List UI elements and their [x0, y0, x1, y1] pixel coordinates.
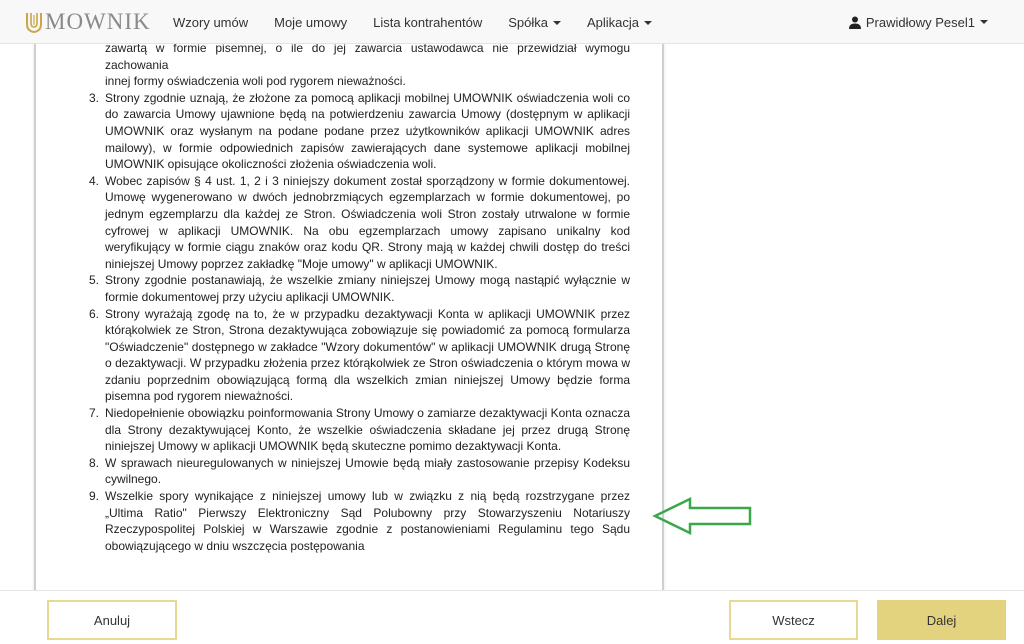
nav-item-label: Moje umowy: [274, 14, 348, 30]
clause-item: 9. Wszelkie spory wynikające z niniejszej…: [89, 488, 630, 554]
caret-down-icon: [980, 20, 988, 24]
document-page[interactable]: zawartą w formie pisemnej, o ile do jej …: [34, 44, 664, 592]
main-nav: Wzory umów Moje umowy Lista kontrahentów…: [160, 0, 665, 44]
nav-item-label: Spółka: [508, 14, 548, 30]
fragment-line: zawartą w formie pisemnej, o ile do jej …: [105, 44, 630, 72]
clause-item: 4. Wobec zapisów § 4 ust. 1, 2 i 3 niniej…: [89, 173, 630, 273]
clause-text: Niedopełnienie obowiązku poinformowania …: [105, 406, 630, 454]
logo-text: MOWNIK: [45, 9, 151, 34]
clause-number: 6.: [89, 306, 100, 321]
nav-item-wzory-umow[interactable]: Wzory umów: [160, 15, 261, 30]
clause-number: 3.: [89, 90, 100, 105]
next-button[interactable]: Dalej: [877, 600, 1006, 640]
footer-bar: Anuluj Wstecz Dalej: [0, 590, 1024, 644]
caret-down-icon: [552, 21, 561, 26]
arrow-left-icon: [652, 497, 752, 535]
logo-emblem-icon: [26, 13, 42, 33]
clause-item: 3. Strony zgodnie uznają, że złożone za p…: [89, 90, 630, 173]
clause-text: W sprawach nieuregulowanych w niniejszej…: [105, 455, 630, 487]
nav-item-label: Wzory umów: [173, 14, 249, 30]
clause-text: Strony wyrażają zgodę na to, że w przypa…: [105, 306, 630, 404]
clause-item: 7. Niedopełnienie obowiązku poinformowani…: [89, 405, 630, 455]
user-icon: [848, 16, 861, 29]
clause-number: 9.: [89, 489, 100, 504]
clause-item: 5. Strony zgodnie postanawiają, że wszelk…: [89, 272, 630, 305]
clause-text: Wobec zapisów § 4 ust. 1, 2 i 3 niniejsz…: [105, 173, 630, 271]
clause-item: 8. W sprawach nieuregulowanych w niniejsz…: [89, 455, 630, 488]
clause-number: 4.: [89, 173, 100, 188]
nav-item-label: Lista kontrahentów: [373, 14, 483, 30]
clause-list: 3. Strony zgodnie uznają, że złożone za p…: [89, 90, 630, 555]
clause-number: 5.: [89, 273, 100, 288]
clause-number: 7.: [89, 406, 100, 421]
fragment-line: innej formy oświadczenia woli pod rygore…: [105, 74, 406, 89]
umownik-logo[interactable]: MOWNIK: [25, 8, 151, 36]
paragraph-fragment: zawartą w formie pisemnej, o ile do jej …: [89, 44, 630, 90]
user-menu[interactable]: Prawidłowy Pesel1: [848, 0, 988, 44]
clause-number: 8.: [89, 455, 100, 470]
user-name: Prawidłowy Pesel1: [865, 14, 975, 30]
document-content: zawartą w formie pisemnej, o ile do jej …: [89, 44, 630, 554]
clause-item: 6. Strony wyrażają zgodę na to, że w przy…: [89, 306, 630, 406]
top-navbar: MOWNIK Wzory umów Moje umowy Lista kontr…: [0, 0, 1024, 44]
nav-item-lista-kontrahentow[interactable]: Lista kontrahentów: [360, 15, 495, 30]
nav-item-spolka[interactable]: Spółka: [495, 15, 574, 30]
clause-text: Wszelkie spory wynikające z niniejszej u…: [105, 489, 630, 553]
clause-text: Strony zgodnie postanawiają, że wszelkie…: [105, 273, 630, 304]
nav-item-label: Aplikacja: [586, 14, 639, 30]
nav-item-moje-umowy[interactable]: Moje umowy: [261, 15, 360, 30]
cancel-button[interactable]: Anuluj: [47, 600, 177, 640]
nav-item-aplikacja[interactable]: Aplikacja: [574, 15, 665, 30]
clause-text: Strony zgodnie uznają, że złożone za pom…: [105, 90, 630, 172]
back-button[interactable]: Wstecz: [729, 600, 858, 640]
caret-down-icon: [644, 21, 652, 26]
